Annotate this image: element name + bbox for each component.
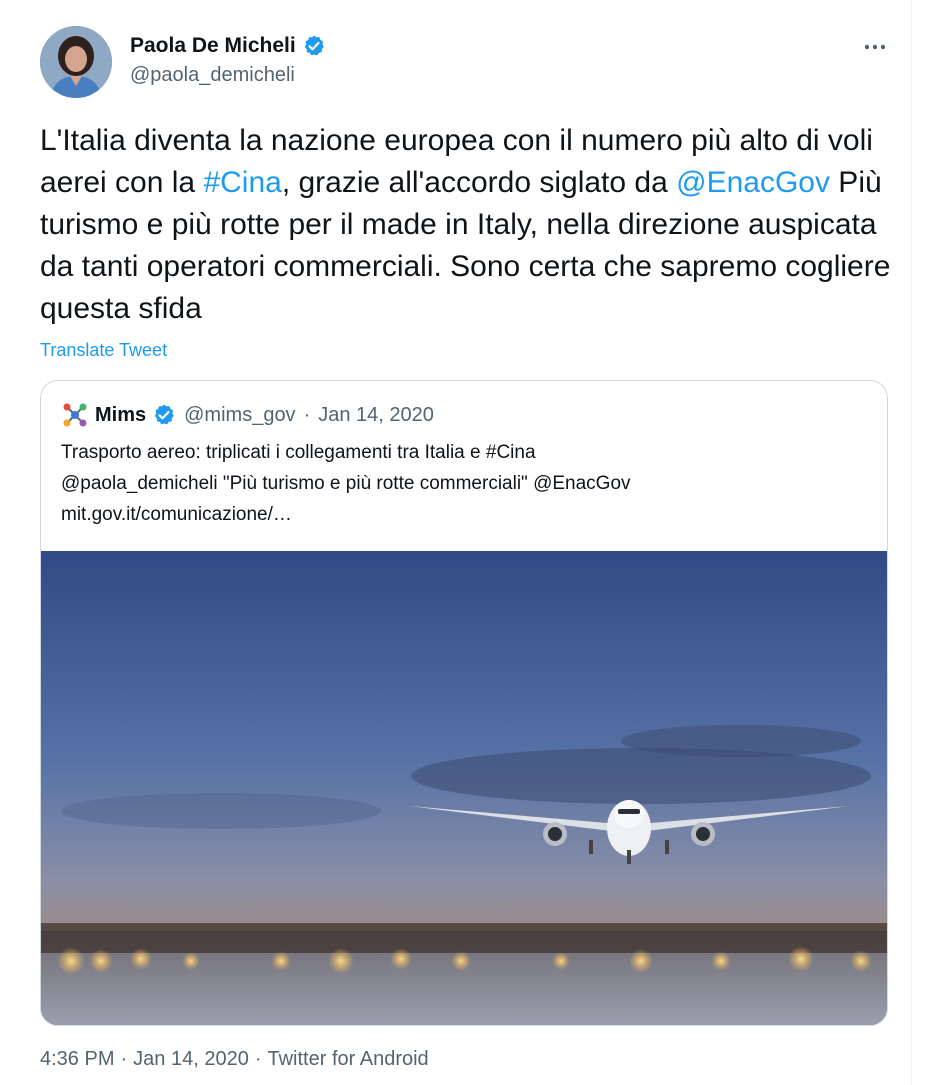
more-horizontal-icon[interactable] xyxy=(858,30,892,64)
quoted-tweet-text: Trasporto aereo: triplicati i collegamen… xyxy=(61,437,861,530)
airplane-photo[interactable] xyxy=(41,551,887,1025)
separator-dot: · xyxy=(254,1048,262,1070)
separator-dot: · xyxy=(120,1048,128,1070)
avatar[interactable] xyxy=(40,26,112,98)
quoted-tweet[interactable]: Mims @mims_gov · Jan 14, 2020 Trasporto … xyxy=(40,380,888,1026)
tweet-time[interactable]: 4:36 PM xyxy=(40,1048,114,1071)
quoted-tweet-header: Mims @mims_gov · Jan 14, 2020 xyxy=(61,401,434,429)
quoted-date[interactable]: Jan 14, 2020 xyxy=(318,404,434,427)
tweet-date[interactable]: Jan 14, 2020 xyxy=(133,1048,249,1071)
quoted-text-line: Trasporto aereo: triplicati i collegamen… xyxy=(61,442,536,463)
quoted-text-line: mit.gov.it/comunicazione/… xyxy=(61,504,292,525)
tweet-footer: 4:36 PM · Jan 14, 2020 · Twitter for And… xyxy=(40,1048,429,1071)
verified-badge-icon xyxy=(302,34,326,58)
author-name-row[interactable]: Paola De Micheli xyxy=(130,34,326,58)
separator-dot: · xyxy=(303,403,311,426)
author-display-name[interactable]: Paola De Micheli xyxy=(130,34,296,58)
quoted-author-name[interactable]: Mims xyxy=(95,404,146,427)
translate-tweet-link[interactable]: Translate Tweet xyxy=(40,340,167,361)
quoted-author-handle[interactable]: @mims_gov xyxy=(184,404,295,427)
tweet-text-part: , grazie all'accordo siglato da xyxy=(281,166,677,199)
mention-link[interactable]: @EnacGov xyxy=(676,166,830,199)
author-handle[interactable]: @paola_demicheli xyxy=(130,64,295,87)
tweet-card: Paola De Micheli @paola_demicheli L'Ital… xyxy=(0,0,912,1085)
verified-badge-icon xyxy=(152,403,176,427)
hashtag-link[interactable]: #Cina xyxy=(203,166,281,199)
mims-logo-icon[interactable] xyxy=(61,401,89,429)
tweet-source[interactable]: Twitter for Android xyxy=(267,1048,428,1071)
quoted-text-line: @paola_demicheli "Più turismo e più rott… xyxy=(61,473,631,494)
tweet-text: L'Italia diventa la nazione europea con … xyxy=(40,120,900,330)
